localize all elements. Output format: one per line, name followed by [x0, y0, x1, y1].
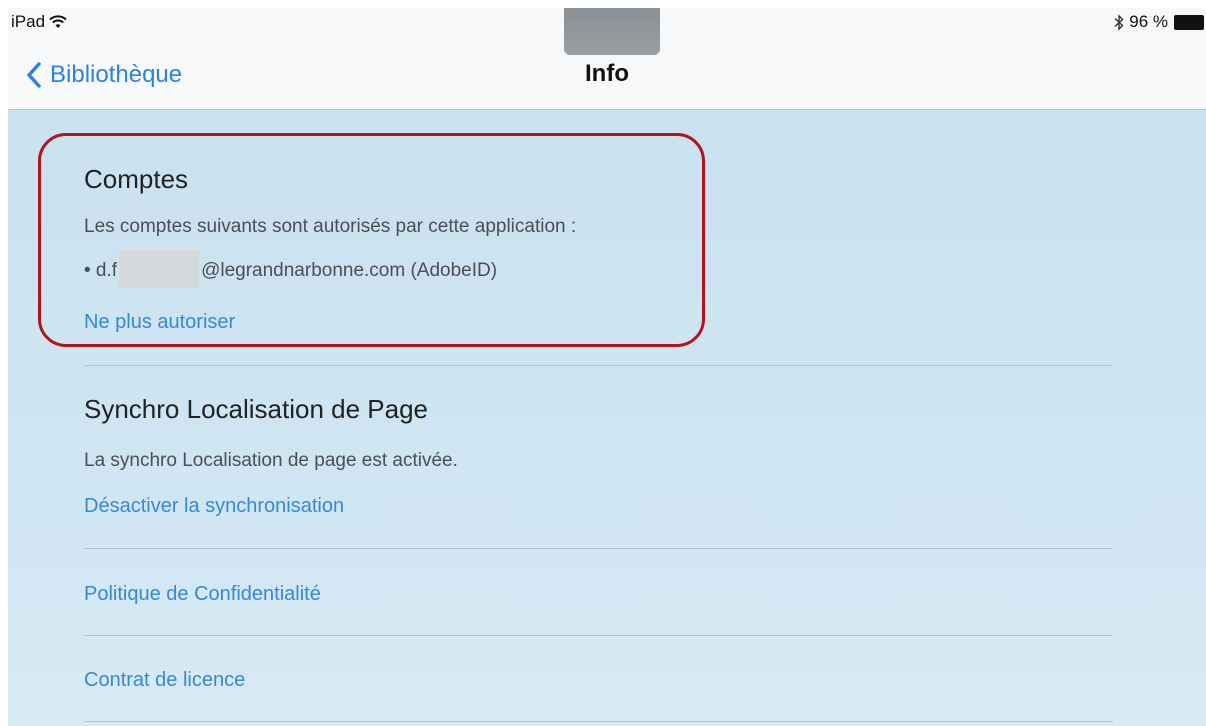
divider [84, 548, 1113, 549]
divider [84, 635, 1113, 636]
redaction-block [119, 250, 200, 288]
status-bar-left: iPad [11, 12, 67, 32]
page-title: Info [585, 60, 629, 87]
privacy-policy-link[interactable]: Politique de Confidentialité [84, 583, 321, 606]
bluetooth-icon [1114, 13, 1124, 31]
battery-percent: 96 % [1129, 12, 1168, 31]
sync-description: La synchro Localisation de page est acti… [84, 450, 458, 471]
account-prefix: • d.f [84, 260, 118, 281]
disable-sync-link[interactable]: Désactiver la synchronisation [84, 495, 344, 518]
divider [84, 365, 1113, 366]
device-label: iPad [11, 12, 46, 31]
account-suffix: @legrandnarbonne.com (AdobeID) [201, 260, 498, 281]
camera-overlay [564, 8, 660, 55]
account-entry: • d.f @legrandnarbonne.com (AdobeID) [84, 250, 498, 290]
wifi-icon [49, 15, 67, 28]
battery-icon [1174, 14, 1204, 30]
accounts-title: Comptes [84, 164, 189, 194]
sync-title: Synchro Localisation de Page [84, 394, 429, 424]
navigation-bar: iPad 96 % Bibliothèque Info [8, 8, 1206, 110]
status-bar-right: 96 % [1113, 12, 1204, 32]
divider [84, 721, 1113, 722]
license-agreement-link[interactable]: Contrat de licence [84, 669, 245, 692]
deauthorize-link[interactable]: Ne plus autoriser [84, 311, 235, 334]
accounts-description: Les comptes suivants sont autorisés par … [84, 216, 577, 237]
screen: iPad 96 % Bibliothèque Info Comptes Les … [8, 8, 1206, 726]
